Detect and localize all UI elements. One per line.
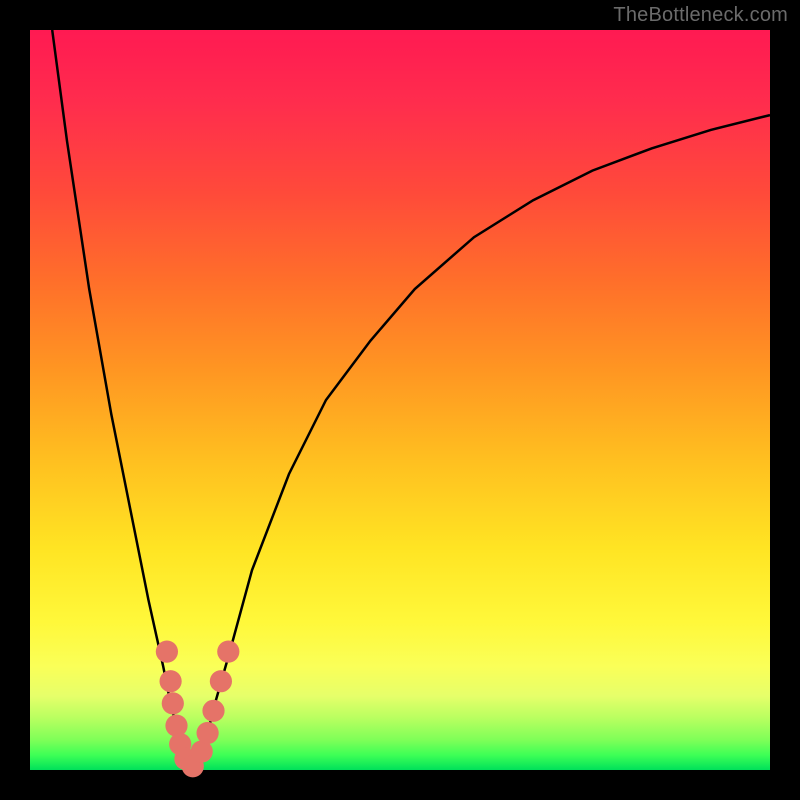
curve-marker [197, 722, 219, 744]
curve-marker [210, 670, 232, 692]
watermark-text: TheBottleneck.com [613, 4, 788, 27]
plot-area [30, 30, 770, 770]
curve-marker [202, 700, 224, 722]
curve-marker [217, 641, 239, 663]
curve-marker [162, 692, 184, 714]
chart-svg [30, 30, 770, 770]
curve-marker [156, 641, 178, 663]
chart-frame: TheBottleneck.com [0, 0, 800, 800]
curve-marker [165, 715, 187, 737]
curve-markers [156, 641, 240, 778]
curve-marker [160, 670, 182, 692]
